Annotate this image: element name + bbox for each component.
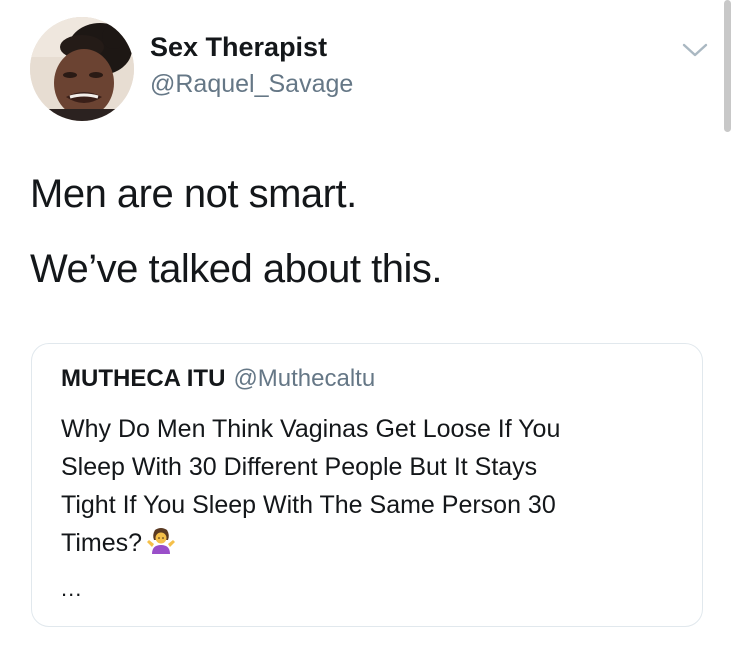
quoted-text-line: Tight If You Sleep With The Same Person … (61, 491, 556, 519)
quoted-author-name: MUTHECA ITU (61, 365, 226, 392)
truncation-ellipsis: ... (61, 576, 83, 601)
profile-photo (30, 17, 134, 121)
author-handle[interactable]: @Raquel_Savage (150, 68, 353, 100)
quoted-text-line-last: Times? (61, 524, 681, 562)
quoted-text-line: Times? (61, 529, 143, 557)
quoted-tweet-header: MUTHECA ITU @Muthecaltu (61, 364, 375, 394)
quoted-text-line: Why Do Men Think Vaginas Get Loose If Yo… (61, 415, 561, 443)
tweet-text-line: We’ve talked about this. (30, 247, 442, 291)
scrollbar[interactable] (724, 0, 731, 132)
author-display-name[interactable]: Sex Therapist (150, 30, 327, 64)
person-shrugging-emoji-icon (146, 526, 176, 556)
chevron-down-icon[interactable] (680, 38, 710, 62)
tweet-text: Men are not smart. We’ve talked about th… (30, 170, 710, 320)
quoted-tweet-text: Why Do Men Think Vaginas Get Loose If Yo… (61, 410, 681, 562)
quoted-tweet-card[interactable]: MUTHECA ITU @Muthecaltu Why Do Men Think … (31, 343, 703, 627)
quoted-text-line: Sleep With 30 Different People But It St… (61, 453, 538, 481)
avatar[interactable] (30, 17, 134, 121)
quoted-author-handle: @Muthecaltu (233, 365, 376, 392)
tweet-text-line: Men are not smart. (30, 172, 357, 216)
